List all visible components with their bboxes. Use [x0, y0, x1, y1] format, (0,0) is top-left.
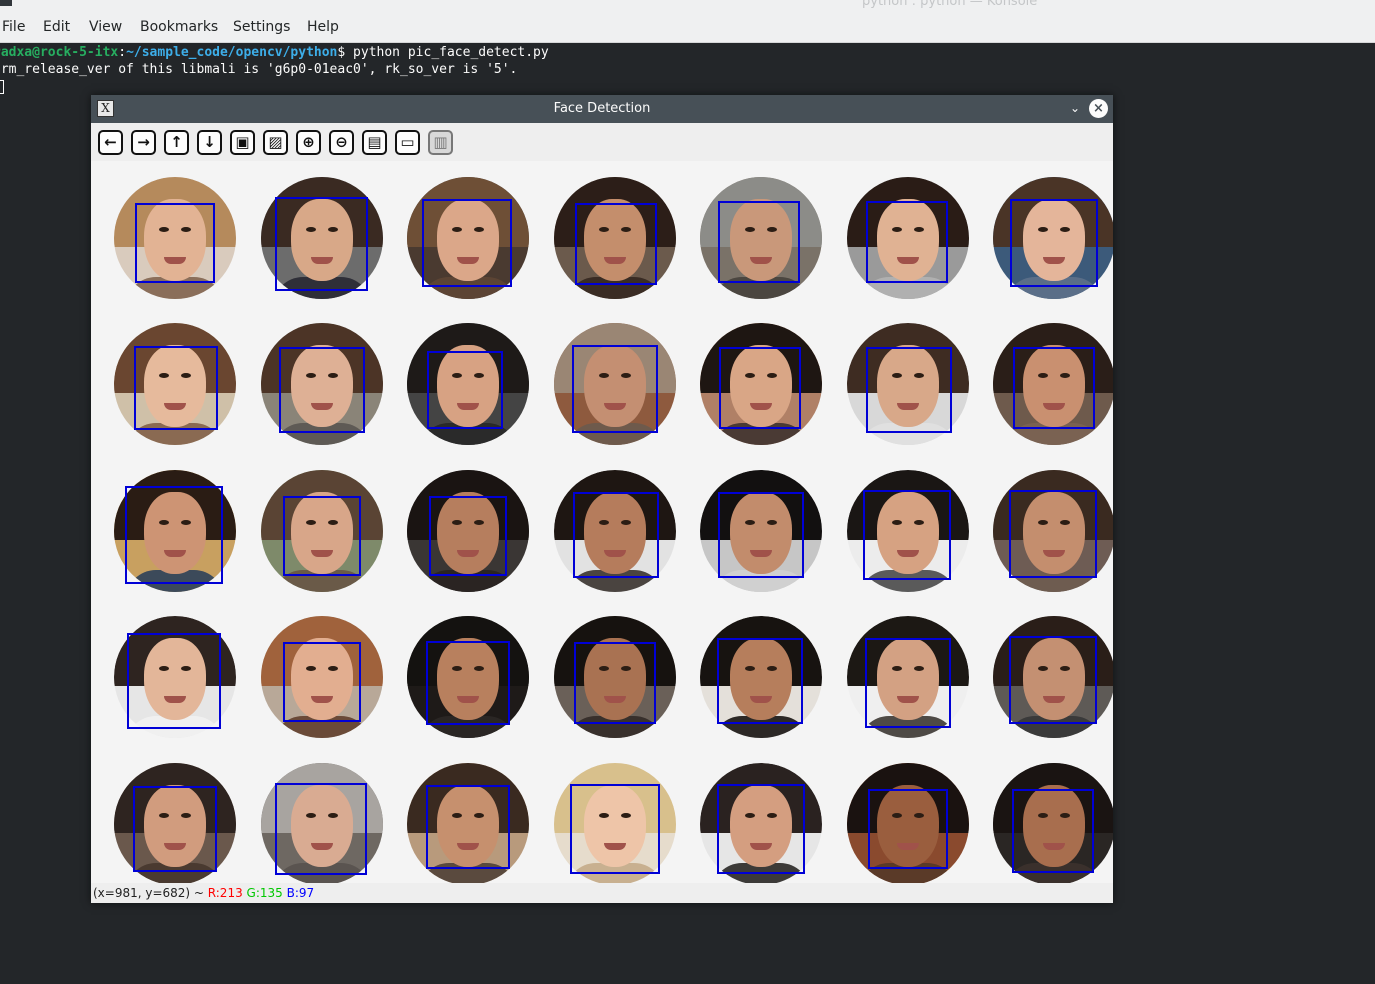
face-detection-box	[275, 783, 367, 875]
menu-file[interactable]: File	[2, 19, 25, 35]
status-red: R:213	[207, 886, 243, 900]
save-button[interactable]: ▤	[362, 130, 387, 155]
arrow-left-icon: ←	[104, 133, 117, 151]
face-detection-box	[127, 633, 221, 729]
zoom-out-icon: ⊖	[335, 133, 348, 151]
konsole-menubar: python : python — Konsole File Edit View…	[0, 0, 1375, 43]
menu-bookmarks[interactable]: Bookmarks	[140, 19, 218, 35]
status-green: G:135	[246, 886, 283, 900]
face-detection-box	[422, 199, 512, 287]
close-icon[interactable]: ×	[1089, 99, 1108, 118]
face-detection-box	[717, 784, 805, 874]
face-detection-box	[574, 642, 656, 724]
menu-settings[interactable]: Settings	[233, 19, 290, 35]
menu-view[interactable]: View	[89, 19, 122, 35]
konsole-app-icon	[0, 0, 12, 6]
face-detection-box	[427, 351, 503, 429]
copy-button[interactable]: ▭	[395, 130, 420, 155]
face-detection-box	[1012, 789, 1094, 873]
terminal-cursor	[0, 80, 4, 94]
face-detection-box	[283, 496, 361, 576]
face-detection-box	[1013, 347, 1095, 429]
image-icon: ▣	[235, 133, 250, 151]
save-icon: ▤	[367, 133, 382, 151]
face-detection-box	[572, 345, 658, 433]
fd-titlebar[interactable]: X Face Detection ⌄ ×	[91, 95, 1113, 123]
face-detection-box	[1009, 490, 1097, 578]
arrow-down-icon: ↓	[203, 133, 216, 151]
zoom-in-icon: ⊕	[302, 133, 315, 151]
face-detection-box	[866, 201, 948, 283]
face-detection-box	[279, 347, 365, 433]
face-detection-box	[275, 197, 368, 291]
face-detection-box	[573, 492, 659, 578]
face-detection-box	[426, 785, 510, 869]
menu-help[interactable]: Help	[307, 19, 339, 35]
fd-toolbar: ← → ↑ ↓ ▣ ▨ ⊕ ⊖ ▤ ▭ ▥	[91, 123, 1113, 161]
menu-edit[interactable]: Edit	[43, 19, 70, 35]
image-canvas[interactable]	[91, 161, 1113, 883]
status-coords: (x=981, y=682) ~	[93, 886, 208, 900]
face-detection-box	[718, 492, 804, 578]
terminal-output-line: arm_release_ver of this libmali is 'g6p0…	[0, 62, 518, 77]
face-detection-box	[135, 203, 215, 283]
pan-down-button[interactable]: ↓	[197, 130, 222, 155]
terminal-command: python pic_face_detect.py	[353, 45, 549, 60]
terminal-prompt-line: radxa@rock-5-itx:~/sample_code/opencv/py…	[0, 44, 549, 61]
face-detection-box	[133, 786, 217, 872]
prompt-separator: :	[118, 45, 127, 60]
konsole-window-title: python : python — Konsole	[862, 0, 1038, 9]
face-detection-box	[1010, 199, 1098, 287]
arrow-up-icon: ↑	[170, 133, 183, 151]
zoom-x1-button[interactable]: ▣	[230, 130, 255, 155]
status-blue: B:97	[286, 886, 315, 900]
pan-left-button[interactable]: ←	[98, 130, 123, 155]
face-detection-box	[125, 486, 223, 584]
face-detection-box	[575, 203, 657, 285]
fd-window-title: Face Detection	[553, 101, 651, 116]
face-detection-box	[719, 347, 801, 429]
face-detection-box	[134, 346, 218, 430]
face-detection-box	[717, 638, 803, 724]
face-detection-box	[429, 496, 507, 576]
zoom-out-button[interactable]: ⊖	[329, 130, 354, 155]
prompt-path: ~/sample_code/opencv/python	[126, 45, 338, 60]
face-detection-box	[863, 490, 951, 580]
face-detection-window: X Face Detection ⌄ × ← → ↑ ↓ ▣ ▨ ⊕ ⊖ ▤ ▭ ▥ (x=981,…	[91, 95, 1113, 903]
fd-statusbar: (x=981, y=682) ~ R:213 G:135 B:97	[91, 883, 1113, 903]
face-detection-box	[868, 789, 948, 869]
face-detection-box	[283, 642, 361, 722]
face-detection-box	[570, 784, 660, 874]
arrow-right-icon: →	[137, 133, 150, 151]
face-detection-box	[426, 641, 510, 725]
face-detection-box	[866, 347, 952, 433]
face-detection-box	[1009, 636, 1097, 724]
pan-up-button[interactable]: ↑	[164, 130, 189, 155]
properties-icon: ▥	[433, 133, 448, 151]
prompt-dollar: $	[337, 45, 354, 60]
clipboard-icon: ▭	[400, 133, 415, 151]
zoom-in-button[interactable]: ⊕	[296, 130, 321, 155]
zoom-fit-button[interactable]: ▨	[263, 130, 288, 155]
prompt-user: radxa@rock-5-itx	[0, 45, 119, 60]
chevron-down-icon[interactable]: ⌄	[1066, 99, 1084, 117]
face-detection-box	[718, 201, 800, 283]
properties-button[interactable]: ▥	[428, 130, 453, 155]
face-detection-box	[865, 638, 951, 728]
pan-right-button[interactable]: →	[131, 130, 156, 155]
image-fit-icon: ▨	[268, 133, 283, 151]
